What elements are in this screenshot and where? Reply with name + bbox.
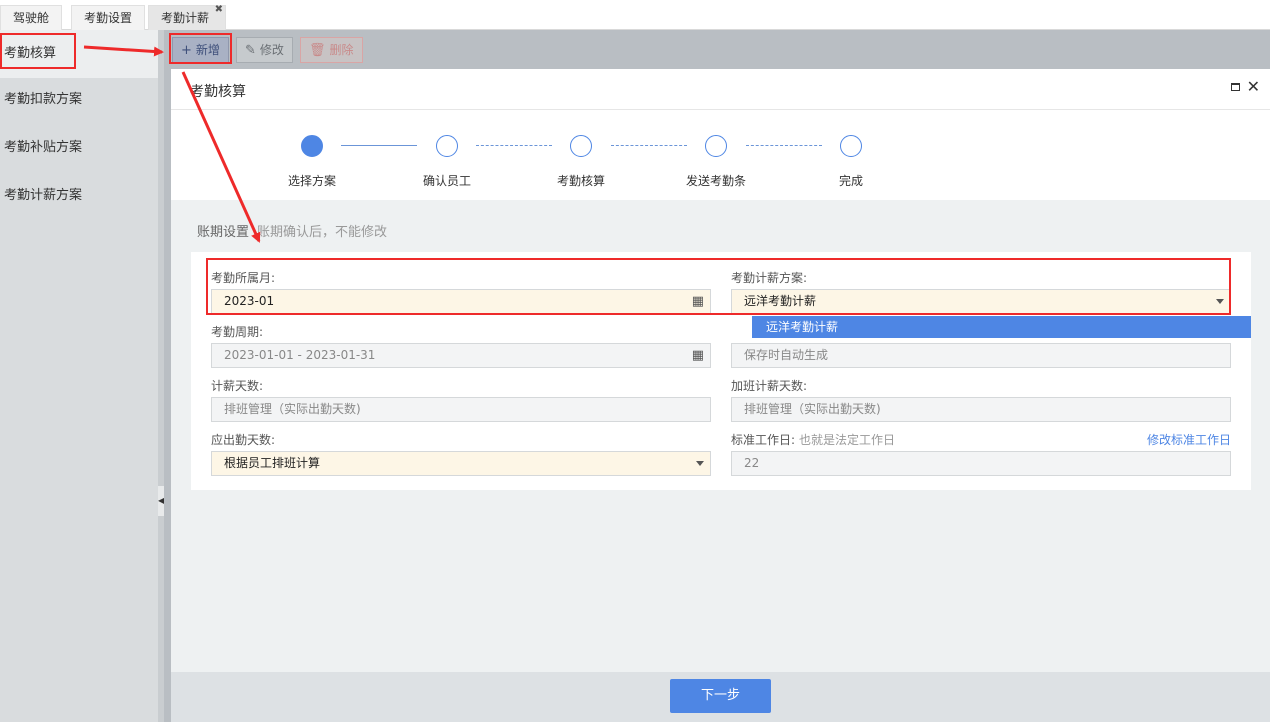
annotation-arrow-to-form [181, 71, 261, 243]
annotation-arrow-to-add [83, 45, 164, 57]
annotation-arrows [83, 45, 261, 243]
